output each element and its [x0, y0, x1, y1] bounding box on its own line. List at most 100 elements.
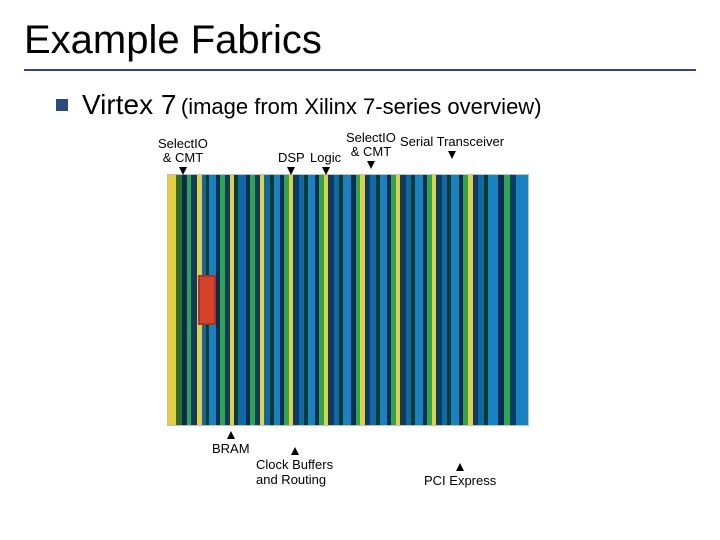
chip-stripe [478, 175, 484, 425]
chip-stripe [423, 175, 427, 425]
chip-stripe [319, 175, 324, 425]
chip-stripe [459, 175, 463, 425]
bottom-labels: BRAM Clock Buffersand Routing PCI Expres… [168, 425, 654, 495]
chip-stripe [351, 175, 356, 425]
chip-stripe [376, 175, 380, 425]
top-labels: SelectIO& CMT DSP Logic SelectIO& CMT Se… [164, 129, 654, 175]
chip-stripe [168, 175, 176, 425]
arrow-down-icon [448, 151, 456, 159]
label-text: PCI Express [424, 473, 496, 488]
chip-stripe [324, 175, 328, 425]
chip-stripe [308, 175, 315, 425]
chip-stripe [473, 175, 478, 425]
label-selectio-cmt-right: SelectIO& CMT [346, 131, 396, 169]
chip-stripe [436, 175, 442, 425]
label-selectio-cmt-left: SelectIO& CMT [158, 137, 208, 175]
chip-stripe [360, 175, 365, 425]
chip-stripe [187, 175, 191, 425]
chip-stripe [299, 175, 304, 425]
arrow-down-icon [322, 167, 330, 175]
slide-title: Example Fabrics [24, 18, 696, 63]
label-pci-express: PCI Express [424, 463, 496, 488]
chip-stripe [274, 175, 280, 425]
label-text: Serial Transceiver [400, 134, 504, 149]
bullet-square-icon [56, 99, 68, 111]
bullet-row: Virtex 7 (image from Xilinx 7-series ove… [56, 89, 696, 121]
chip-stripe [339, 175, 343, 425]
arrow-up-icon [291, 447, 299, 455]
chip-stripe [400, 175, 406, 425]
chip-stripe [255, 175, 260, 425]
chip-stripe [387, 175, 391, 425]
chip-stripe [216, 175, 220, 425]
chip-stripe [442, 175, 447, 425]
chip-stripe [176, 175, 182, 425]
label-text: Logic [310, 150, 341, 165]
chip-stripe [304, 175, 308, 425]
chip-stripe [182, 175, 187, 425]
chip-stripe [463, 175, 468, 425]
chip-stripe [406, 175, 411, 425]
label-text: SelectIO& CMT [346, 130, 396, 159]
arrow-down-icon [287, 167, 295, 175]
chip-stripe [411, 175, 415, 425]
chip-stripe [451, 175, 459, 425]
bullet-main: Virtex 7 [82, 89, 176, 120]
chip-stripe [447, 175, 451, 425]
label-serial-transceiver: Serial Transceiver [400, 135, 504, 159]
chip-stripe [225, 175, 230, 425]
arrow-up-icon [227, 431, 235, 439]
chip-stripe [396, 175, 400, 425]
chip-stripe [334, 175, 339, 425]
chip-stripe [191, 175, 197, 425]
chip-stripe [293, 175, 299, 425]
chip-stripe [270, 175, 274, 425]
label-text: DSP [278, 150, 305, 165]
label-logic: Logic [310, 151, 341, 175]
chip-stripe [238, 175, 246, 425]
chip-stripe [234, 175, 238, 425]
label-text: SelectIO& CMT [158, 136, 208, 165]
arrow-up-icon [456, 463, 464, 471]
label-bram: BRAM [212, 431, 250, 456]
chip-stripe [289, 175, 293, 425]
chip-stripe [365, 175, 370, 425]
arrow-down-icon [367, 161, 375, 169]
chip-stripe [260, 175, 264, 425]
chip-stripe [415, 175, 423, 425]
chip-stripe [391, 175, 396, 425]
label-clock-buffers: Clock Buffersand Routing [256, 447, 333, 487]
chip-stripe [284, 175, 289, 425]
chip-stripe [516, 175, 528, 425]
chip-stripe [343, 175, 351, 425]
chip-stripe [380, 175, 387, 425]
figure: SelectIO& CMT DSP Logic SelectIO& CMT Se… [164, 129, 654, 495]
chip-stripe [468, 175, 473, 425]
fpga-die-image [168, 175, 528, 425]
chip-stripe [315, 175, 319, 425]
chip-stripe [246, 175, 250, 425]
chip-stripe [264, 175, 270, 425]
chip-stripe [356, 175, 360, 425]
bullet-text-wrap: Virtex 7 (image from Xilinx 7-series ove… [82, 89, 542, 121]
chip-stripe [370, 175, 376, 425]
chip-stripe [510, 175, 516, 425]
accent-block [198, 275, 216, 325]
chip-stripe [328, 175, 334, 425]
chip-stripe [280, 175, 284, 425]
slide: Example Fabrics Virtex 7 (image from Xil… [0, 0, 720, 540]
chip-stripe [432, 175, 436, 425]
chip-stripe [220, 175, 225, 425]
chip-stripe [230, 175, 234, 425]
chip-stripe [498, 175, 504, 425]
bullet-paren: (image from Xilinx 7-series overview) [181, 94, 542, 119]
chip-stripe [484, 175, 488, 425]
chip-stripe [504, 175, 510, 425]
slide-body: Virtex 7 (image from Xilinx 7-series ove… [0, 71, 720, 495]
arrow-down-icon [179, 167, 187, 175]
label-text: BRAM [212, 441, 250, 456]
label-dsp: DSP [278, 151, 305, 175]
chip-stripe [427, 175, 432, 425]
title-area: Example Fabrics [0, 0, 720, 71]
chip-stripe [250, 175, 255, 425]
